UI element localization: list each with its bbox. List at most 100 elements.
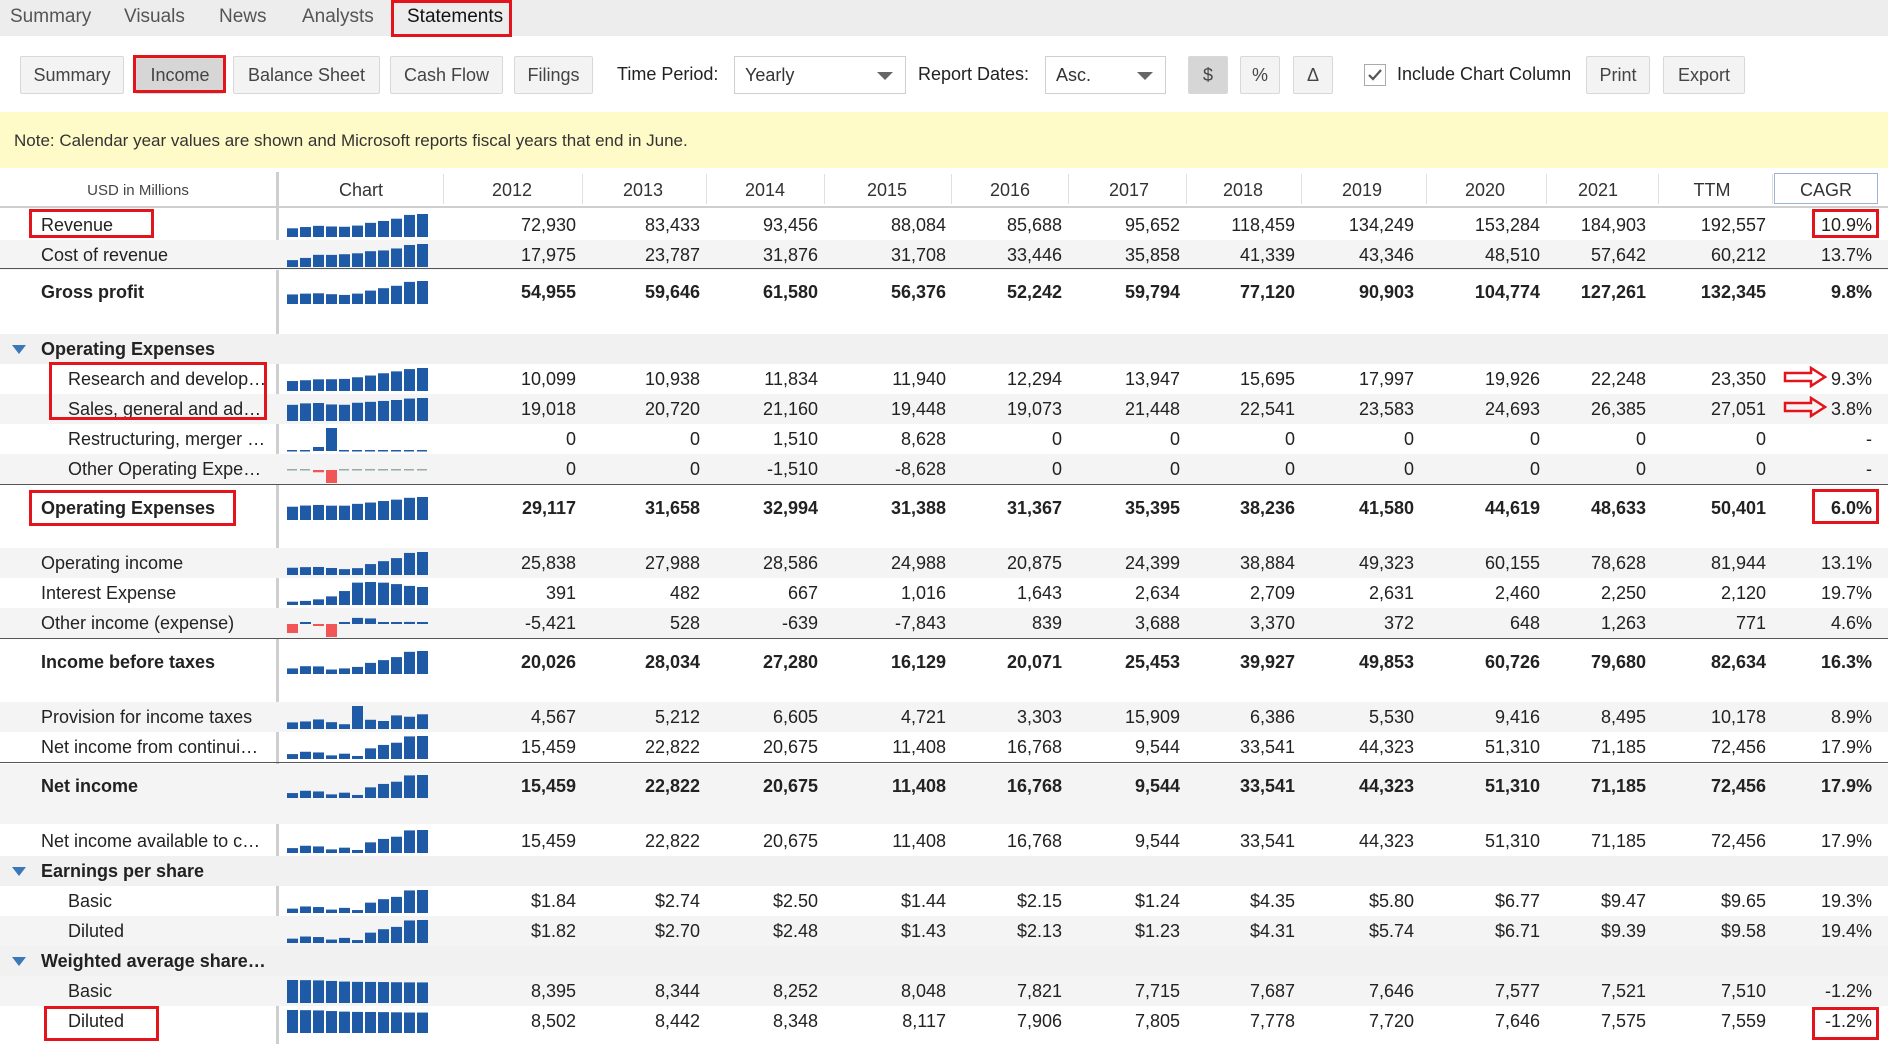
value-cell: 27,280 [762, 652, 818, 672]
value-cell: 4,721 [900, 707, 946, 727]
sparkline-bar [417, 214, 428, 237]
sparkline-bar [404, 890, 415, 913]
value-cell: 8,395 [530, 981, 576, 1001]
row-label: Diluted [68, 1011, 125, 1031]
sparkline-bar [378, 582, 389, 605]
value-cell: 192,557 [1700, 215, 1766, 235]
value-cell: $1.82 [530, 921, 576, 941]
row-label: Net income [41, 776, 139, 796]
collapse-triangle-icon[interactable] [12, 867, 26, 876]
sparkline-bar [352, 794, 363, 798]
cagr-cell: - [1866, 429, 1872, 449]
value-cell: 33,541 [1239, 831, 1295, 851]
value-cell: 0 [1755, 459, 1766, 479]
sparkline-bar [339, 469, 349, 471]
sparkline-bar [365, 582, 376, 605]
sparkline-bar [300, 622, 311, 624]
sparkline-bar [339, 1011, 350, 1033]
value-cell: 77,120 [1239, 282, 1295, 302]
sparkline-bar [378, 220, 389, 237]
sparkline-bar [378, 783, 389, 798]
value-cell: $5.74 [1368, 921, 1414, 941]
value-cell: 5,212 [654, 707, 700, 727]
sparkline-bar [313, 446, 324, 451]
value-cell: 0 [1635, 429, 1646, 449]
sparkline-bar [391, 926, 402, 943]
sparkline-bar [417, 587, 428, 605]
table-row: Other income (expense) -5,421 528 -639 -7,84… [0, 608, 1888, 638]
value-cell: 43,346 [1358, 245, 1414, 265]
sparkline-bar [287, 848, 298, 853]
value-cell: 13,947 [1124, 369, 1180, 389]
cagr-cell: 17.9% [1820, 737, 1872, 757]
value-cell: 7,821 [1016, 981, 1062, 1001]
sparkline-bar [365, 251, 376, 267]
cagr-cell: 19.3% [1820, 891, 1872, 911]
value-cell: 0 [1284, 429, 1295, 449]
value-cell: 22,822 [644, 776, 700, 796]
sparkline-bar [391, 715, 402, 729]
value-cell: 7,646 [1494, 1011, 1540, 1031]
row-sparkline [287, 582, 428, 605]
value-cell: 8,442 [654, 1011, 700, 1031]
value-cell: 31,367 [1006, 498, 1062, 518]
collapse-triangle-icon[interactable] [12, 957, 26, 966]
value-cell: 71,185 [1590, 737, 1646, 757]
value-cell: 19,018 [520, 399, 576, 419]
value-cell: 35,395 [1124, 498, 1180, 518]
value-cell: 8,348 [772, 1011, 818, 1031]
sparkline-bar [391, 622, 402, 624]
sparkline-bar [339, 907, 350, 913]
value-cell: 134,249 [1348, 215, 1414, 235]
sparkline-bar [339, 724, 350, 729]
value-cell: 16,768 [1006, 831, 1062, 851]
sparkline-bar [365, 290, 376, 304]
value-cell: 35,858 [1124, 245, 1180, 265]
value-cell: 372 [1383, 613, 1414, 633]
sparkline-bar [378, 1012, 389, 1033]
sparkline-bar [326, 470, 337, 483]
value-cell: 9,416 [1494, 707, 1540, 727]
value-cell: 12,294 [1006, 369, 1062, 389]
sparkline-bar [326, 755, 337, 759]
value-cell: 7,559 [1720, 1011, 1766, 1031]
sparkline-bar [417, 775, 428, 798]
row-sparkline [287, 368, 428, 391]
value-cell: 7,715 [1134, 981, 1180, 1001]
value-cell: 2,460 [1494, 583, 1540, 603]
value-cell: 19,448 [890, 399, 946, 419]
sparkline-bar [365, 469, 375, 471]
sparkline-bar [300, 257, 311, 267]
sparkline-bar [378, 400, 389, 421]
table-row: Basic $1.84 $2.74 $2.50 $1.44 $2.15 $1.24 $4.35… [0, 886, 1888, 916]
sparkline-bar [326, 505, 337, 520]
value-cell: 38,884 [1239, 553, 1295, 573]
collapse-triangle-icon[interactable] [12, 345, 26, 354]
sparkline-bar [378, 250, 389, 267]
total-divider [0, 268, 1888, 269]
sparkline-bar [313, 719, 324, 729]
value-cell: 0 [1755, 429, 1766, 449]
value-cell: 648 [1509, 613, 1540, 633]
cagr-cell: 16.3% [1820, 652, 1872, 672]
value-cell: 7,720 [1368, 1011, 1414, 1031]
value-cell: 7,687 [1249, 981, 1295, 1001]
table-row: Research and development 10,099 10,938 11,8… [0, 364, 1888, 394]
value-cell: 8,117 [902, 1011, 946, 1031]
value-cell: 11,408 [892, 737, 946, 757]
value-cell: $2.13 [1016, 921, 1062, 941]
value-cell: 95,652 [1124, 215, 1180, 235]
value-cell: $1.23 [1134, 921, 1180, 941]
value-cell: 20,720 [644, 399, 700, 419]
total-divider [0, 484, 1888, 485]
value-cell: 32,994 [762, 498, 818, 518]
sparkline-bar [313, 752, 324, 759]
value-cell: 17,997 [1358, 369, 1414, 389]
sparkline-bar [287, 908, 298, 913]
value-cell: 48,633 [1590, 498, 1646, 518]
table-row: Gross profit 54,955 59,646 61,580 56,376 52,2… [0, 270, 1888, 330]
value-cell: 85,688 [1006, 215, 1062, 235]
value-cell: $6.71 [1494, 921, 1540, 941]
sparkline-bar [352, 706, 363, 729]
value-cell: 28,586 [762, 553, 818, 573]
